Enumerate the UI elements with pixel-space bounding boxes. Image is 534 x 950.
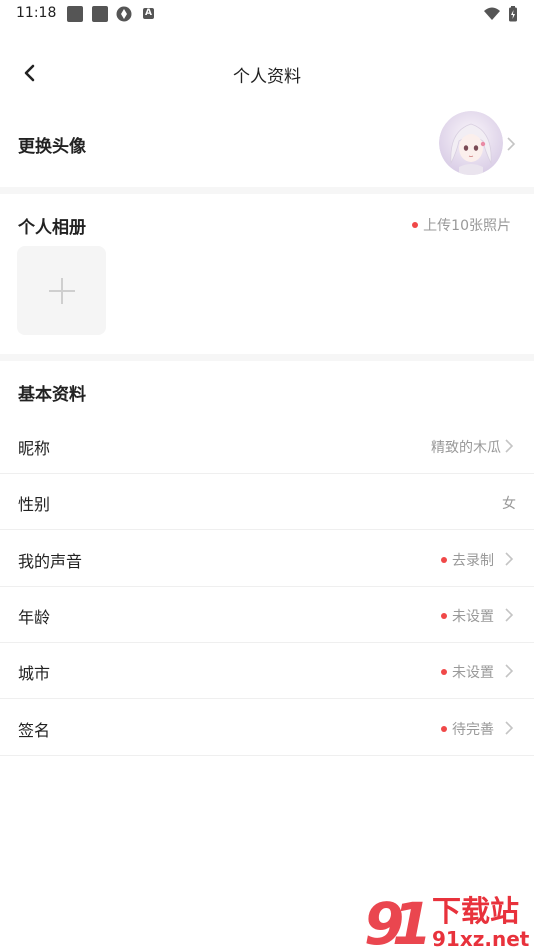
status-bar: 11:18 A [0, 0, 534, 28]
album-hint-text: 上传10张照片 [423, 218, 511, 234]
row-divider [0, 529, 534, 530]
svg-text:1: 1 [392, 890, 432, 950]
chevron-right-icon [505, 439, 514, 453]
chevron-right-icon [507, 137, 516, 151]
aperture-icon [116, 6, 132, 22]
row-label: 昵称 [18, 439, 51, 458]
chevron-right-icon [505, 608, 514, 622]
row-label: 性别 [18, 495, 51, 514]
red-dot-indicator [441, 613, 447, 619]
wifi-icon [484, 7, 500, 20]
city-row[interactable]: 城市 未设置 [0, 643, 534, 699]
row-value: 待完善 [452, 722, 494, 738]
row-value: 未设置 [452, 609, 494, 625]
album-hint: 上传10张照片 [412, 215, 511, 235]
gender-row: 性别 女 [0, 474, 534, 530]
row-label: 签名 [18, 721, 51, 740]
my-voice-row[interactable]: 我的声音 去录制 [0, 531, 534, 587]
watermark-logo: 9 1 下载站 91xz.net [364, 890, 530, 950]
row-value: 去录制 [452, 553, 494, 569]
watermark-text-top: 下载站 [432, 894, 519, 928]
status-time: 11:18 [16, 5, 57, 21]
avatar[interactable] [439, 111, 503, 175]
red-dot-indicator [441, 726, 447, 732]
chevron-right-icon [505, 664, 514, 678]
notification-icon [67, 6, 83, 22]
row-divider [0, 755, 534, 756]
row-value: 未设置 [452, 665, 494, 681]
change-avatar-row[interactable]: 更换头像 [0, 108, 534, 180]
add-photo-button[interactable] [17, 246, 106, 335]
age-row[interactable]: 年龄 未设置 [0, 587, 534, 643]
battery-icon [509, 6, 517, 22]
row-value-wrap: 未设置 [441, 606, 494, 626]
row-value-wrap: 去录制 [441, 550, 494, 570]
red-dot-indicator [412, 222, 419, 228]
change-avatar-label: 更换头像 [18, 137, 86, 157]
notification-icon [92, 6, 108, 22]
album-title: 个人相册 [18, 218, 86, 238]
red-dot-indicator [441, 669, 447, 675]
header: 个人资料 [0, 46, 534, 100]
nickname-row[interactable]: 昵称 精致的木瓜 [0, 418, 534, 474]
row-label: 我的声音 [18, 552, 83, 571]
signature-row[interactable]: 签名 待完善 [0, 700, 534, 756]
chevron-right-icon [505, 552, 514, 566]
red-dot-indicator [441, 557, 447, 563]
row-divider [0, 698, 534, 699]
basic-info-title: 基本资料 [18, 385, 86, 405]
watermark-text-bottom: 91xz.net [432, 927, 530, 950]
plus-icon [48, 277, 75, 304]
row-value: 精致的木瓜 [431, 440, 501, 456]
section-divider [0, 187, 534, 194]
row-label: 年龄 [18, 608, 51, 627]
page-title: 个人资料 [233, 67, 301, 87]
row-value: 女 [502, 496, 516, 512]
section-divider [0, 354, 534, 361]
row-value-wrap: 待完善 [441, 719, 494, 739]
a-badge-icon: A [143, 8, 154, 19]
row-value-wrap: 未设置 [441, 662, 494, 682]
row-label: 城市 [18, 664, 51, 683]
chevron-right-icon [505, 721, 514, 735]
